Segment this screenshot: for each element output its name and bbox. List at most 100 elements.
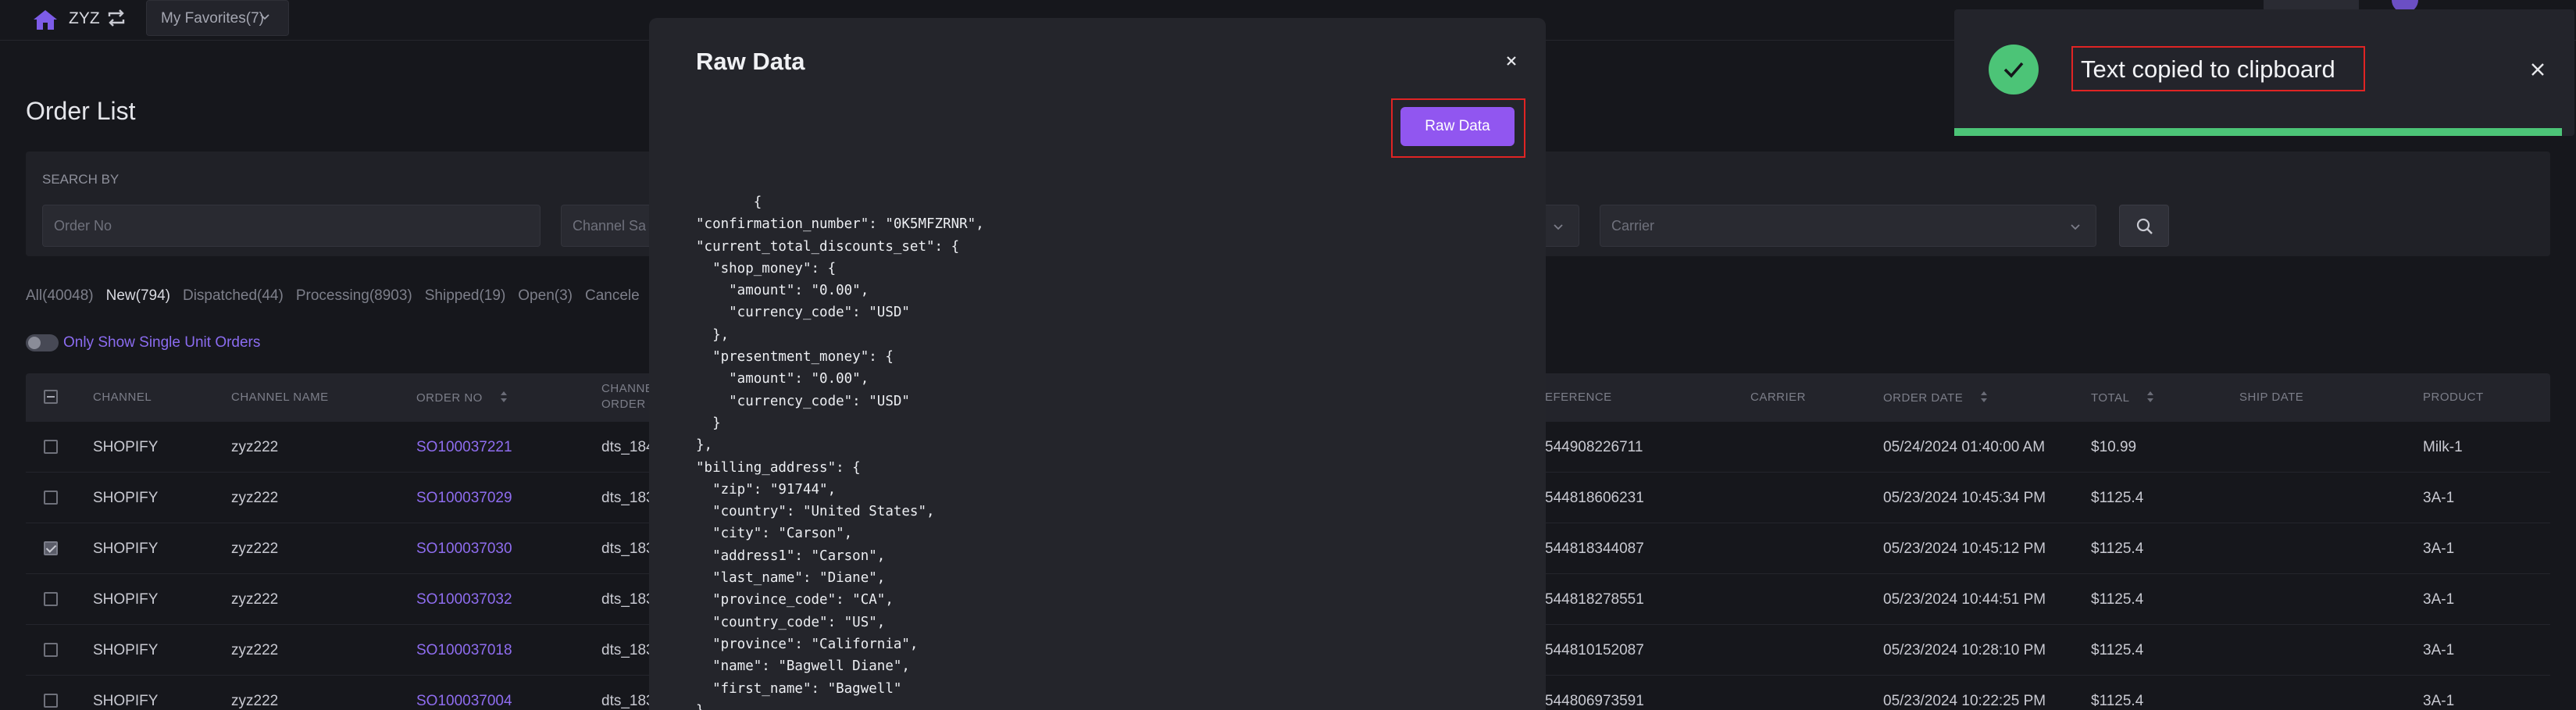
row-checkbox[interactable] xyxy=(44,541,58,555)
search-by-label: SEARCH BY xyxy=(42,172,120,187)
header-order-no-label: ORDER NO xyxy=(416,391,483,405)
header-ship-date[interactable]: SHIP DATE xyxy=(2239,391,2303,404)
carrier-select[interactable]: Carrier xyxy=(1600,205,2096,247)
single-unit-toggle[interactable] xyxy=(26,334,59,351)
row-checkbox[interactable] xyxy=(44,694,58,708)
header-total[interactable]: TOTAL xyxy=(2091,391,2154,406)
row-checkbox[interactable] xyxy=(44,592,58,606)
favorites-dropdown[interactable]: My Favorites(7) xyxy=(146,0,289,36)
row-total: $1125.4 xyxy=(2091,591,2144,608)
row-product: 3A-1 xyxy=(2423,693,2455,709)
row-order-date: 05/23/2024 10:45:34 PM xyxy=(1883,490,2046,506)
tab-processing[interactable]: Processing(8903) xyxy=(296,287,412,304)
order-no-placeholder: Order No xyxy=(54,218,112,234)
header-order-date-label: ORDER DATE xyxy=(1883,391,1964,405)
row-channel-order: dts_184 xyxy=(601,439,655,455)
header-channel[interactable]: CHANNEL xyxy=(93,391,152,404)
tab-all[interactable]: All(40048) xyxy=(26,287,94,304)
row-order-no[interactable]: SO100037029 xyxy=(416,490,512,507)
row-total: $1125.4 xyxy=(2091,642,2144,658)
row-channel-order: dts_183 xyxy=(601,693,655,709)
header-channel-order-line2: ORDER xyxy=(601,398,646,411)
row-channel-name: zyz222 xyxy=(231,693,279,709)
row-product: 3A-1 xyxy=(2423,642,2455,658)
row-checkbox[interactable] xyxy=(44,643,58,657)
header-channel-order[interactable]: CHANNE ORDER xyxy=(601,381,653,412)
switch-icon[interactable] xyxy=(105,6,128,30)
row-product: 3A-1 xyxy=(2423,490,2455,506)
tab-dispatched[interactable]: Dispatched(44) xyxy=(183,287,284,304)
row-total: $10.99 xyxy=(2091,439,2137,455)
header-order-date[interactable]: ORDER DATE xyxy=(1883,391,1988,406)
row-channel-order: dts_183 xyxy=(601,490,655,506)
tab-cancelled[interactable]: Cancele xyxy=(585,287,640,304)
select-all-checkbox[interactable] xyxy=(44,390,58,404)
row-reference: 544806973591 xyxy=(1545,693,1644,709)
raw-data-modal: Raw Data Raw Data { "confirmation_number… xyxy=(649,18,1546,710)
row-checkbox[interactable] xyxy=(44,491,58,505)
row-product: Milk-1 xyxy=(2423,439,2463,455)
tab-open[interactable]: Open(3) xyxy=(518,287,573,304)
row-total: $1125.4 xyxy=(2091,693,2144,709)
toast-message: Text copied to clipboard xyxy=(2081,55,2335,83)
row-channel-name: zyz222 xyxy=(231,642,279,658)
row-order-no[interactable]: SO100037221 xyxy=(416,439,512,456)
chevron-down-icon xyxy=(259,10,271,23)
search-icon xyxy=(2136,218,2153,234)
raw-json-text: { "confirmation_number": "0K5MFZRNR", "c… xyxy=(696,194,984,710)
row-reference: 544818344087 xyxy=(1545,541,1644,557)
row-channel: SHOPIFY xyxy=(93,642,159,658)
row-channel-order: dts_183 xyxy=(601,591,655,608)
row-order-no[interactable]: SO100037030 xyxy=(416,541,512,558)
row-channel: SHOPIFY xyxy=(93,693,159,709)
row-channel-name: zyz222 xyxy=(231,541,279,557)
row-channel: SHOPIFY xyxy=(93,439,159,455)
row-order-date: 05/23/2024 10:22:25 PM xyxy=(1883,693,2046,709)
row-channel: SHOPIFY xyxy=(93,490,159,506)
row-order-date: 05/23/2024 10:44:51 PM xyxy=(1883,591,2046,608)
row-channel-name: zyz222 xyxy=(231,591,279,608)
row-channel-name: zyz222 xyxy=(231,439,279,455)
row-product: 3A-1 xyxy=(2423,591,2455,608)
success-check-icon xyxy=(1989,45,2039,95)
page-title: Order List xyxy=(26,97,136,125)
home-icon[interactable] xyxy=(31,8,59,31)
raw-data-button[interactable]: Raw Data xyxy=(1400,107,1515,146)
header-carrier[interactable]: CARRIER xyxy=(1750,391,1806,404)
close-icon[interactable] xyxy=(1503,52,1520,70)
carrier-placeholder: Carrier xyxy=(1611,218,1655,234)
header-reference[interactable]: EFERENCE xyxy=(1545,391,1612,404)
tab-shipped[interactable]: Shipped(19) xyxy=(425,287,506,304)
row-channel-name: zyz222 xyxy=(231,490,279,506)
row-checkbox[interactable] xyxy=(44,440,58,454)
row-reference: 544810152087 xyxy=(1545,642,1644,658)
row-total: $1125.4 xyxy=(2091,490,2144,506)
chevron-down-icon xyxy=(1552,220,1565,233)
row-channel-order: dts_183 xyxy=(601,541,655,557)
header-total-label: TOTAL xyxy=(2091,391,2130,405)
sort-icon[interactable] xyxy=(500,391,508,406)
row-order-no[interactable]: SO100037004 xyxy=(416,693,512,710)
modal-title: Raw Data xyxy=(696,48,805,75)
row-order-no[interactable]: SO100037018 xyxy=(416,642,512,659)
header-product[interactable]: PRODUCT xyxy=(2423,391,2484,404)
single-unit-toggle-label[interactable]: Only Show Single Unit Orders xyxy=(63,334,260,351)
channel-placeholder: Channel Sa xyxy=(573,218,647,234)
tab-new[interactable]: New(794) xyxy=(106,287,170,304)
row-reference: 544818278551 xyxy=(1545,591,1644,608)
search-button[interactable] xyxy=(2119,205,2169,247)
row-channel: SHOPIFY xyxy=(93,541,159,557)
sort-icon[interactable] xyxy=(1980,391,1988,406)
row-order-no[interactable]: SO100037032 xyxy=(416,591,512,608)
channel-select[interactable]: Channel Sa xyxy=(561,205,655,247)
header-channel-order-line1: CHANNE xyxy=(601,382,654,395)
row-reference: 544818606231 xyxy=(1545,490,1644,506)
order-no-input[interactable]: Order No xyxy=(42,205,541,247)
sort-icon[interactable] xyxy=(2146,391,2154,406)
brand-name: ZYZ xyxy=(69,9,100,27)
row-order-date: 05/23/2024 10:28:10 PM xyxy=(1883,642,2046,658)
header-channel-name[interactable]: CHANNEL NAME xyxy=(231,391,329,404)
close-icon[interactable] xyxy=(2529,61,2546,78)
row-total: $1125.4 xyxy=(2091,541,2144,557)
header-order-no[interactable]: ORDER NO xyxy=(416,391,508,406)
